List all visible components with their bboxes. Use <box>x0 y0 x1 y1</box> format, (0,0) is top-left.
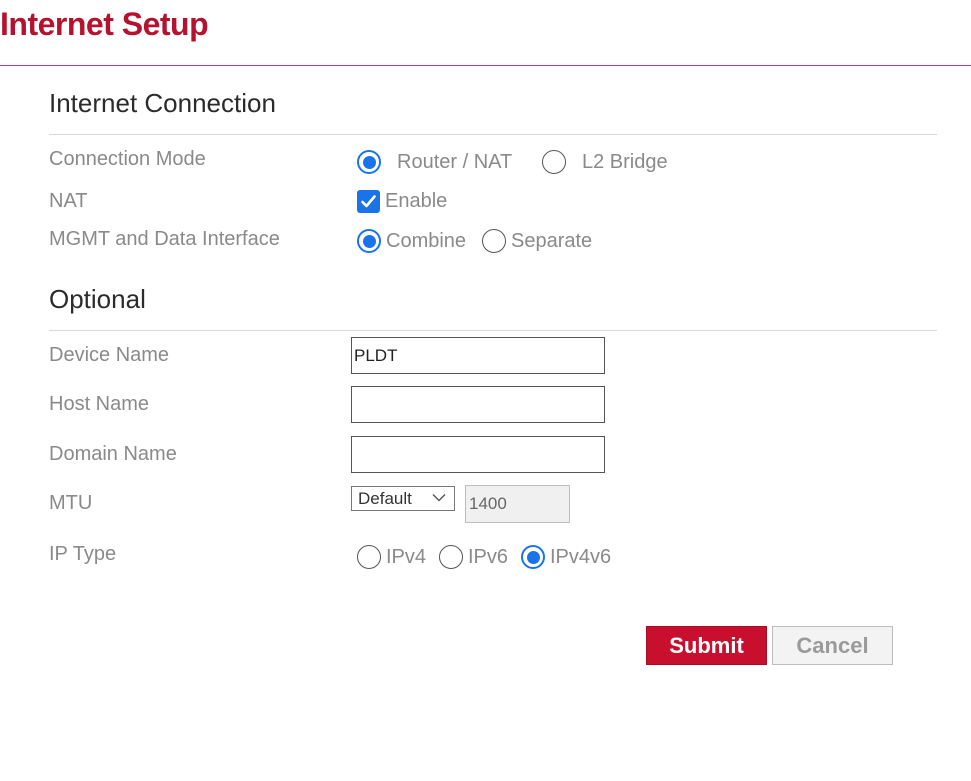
option-label: Separate <box>511 229 593 252</box>
option-label: IPv4 <box>386 545 427 568</box>
option-label: L2 Bridge <box>582 150 668 173</box>
radio-selected-icon[interactable] <box>357 229 381 253</box>
ip-type-ipv4v6-option[interactable]: IPv4v6 <box>521 545 611 569</box>
section-title-internet-connection: Internet Connection <box>49 88 276 118</box>
option-label: IPv4v6 <box>550 545 612 568</box>
title-divider <box>0 65 971 66</box>
host-name-label: Host Name <box>49 393 150 415</box>
radio-unselected-icon[interactable] <box>482 229 506 253</box>
domain-name-label: Domain Name <box>49 443 177 465</box>
radio-unselected-icon[interactable] <box>542 150 566 174</box>
checkbox-checked-icon[interactable] <box>357 190 380 213</box>
section-title-optional: Optional <box>49 284 146 314</box>
ip-type-ipv6-option[interactable]: IPv6 <box>439 545 508 569</box>
connection-mode-router-nat-option[interactable]: Router / NAT <box>357 150 512 174</box>
host-name-input[interactable] <box>351 386 605 423</box>
ip-type-label: IP Type <box>49 543 117 565</box>
mgmt-interface-label: MGMT and Data Interface <box>49 228 280 250</box>
ip-type-ipv4-option[interactable]: IPv4 <box>357 545 426 569</box>
section-divider <box>49 134 937 135</box>
mgmt-separate-option[interactable]: Separate <box>482 229 592 253</box>
radio-selected-icon[interactable] <box>521 545 545 569</box>
device-name-label: Device Name <box>49 344 170 366</box>
mtu-mode-select[interactable]: Default <box>351 486 455 511</box>
connection-mode-label: Connection Mode <box>49 148 206 170</box>
mtu-select-value: Default <box>358 488 412 508</box>
radio-unselected-icon[interactable] <box>357 545 381 569</box>
domain-name-input[interactable] <box>351 436 605 473</box>
option-label: Router / NAT <box>397 150 513 173</box>
nat-label: NAT <box>49 190 88 212</box>
connection-mode-l2-bridge-option[interactable]: L2 Bridge <box>542 150 668 174</box>
mtu-label: MTU <box>49 492 93 514</box>
device-name-input[interactable] <box>351 337 605 374</box>
radio-unselected-icon[interactable] <box>439 545 463 569</box>
section-divider <box>49 330 937 331</box>
option-label: IPv6 <box>468 545 509 568</box>
mgmt-combine-option[interactable]: Combine <box>357 229 466 253</box>
checkbox-label: Enable <box>385 190 448 212</box>
submit-button[interactable]: Submit <box>646 626 767 665</box>
chevron-down-icon <box>432 494 446 502</box>
cancel-button[interactable]: Cancel <box>772 626 893 665</box>
option-label: Combine <box>386 229 467 252</box>
radio-selected-icon[interactable] <box>357 150 381 174</box>
nat-enable-checkbox[interactable]: Enable <box>357 190 447 213</box>
mtu-value-input[interactable] <box>465 485 570 523</box>
page-title: Internet Setup <box>0 6 209 42</box>
